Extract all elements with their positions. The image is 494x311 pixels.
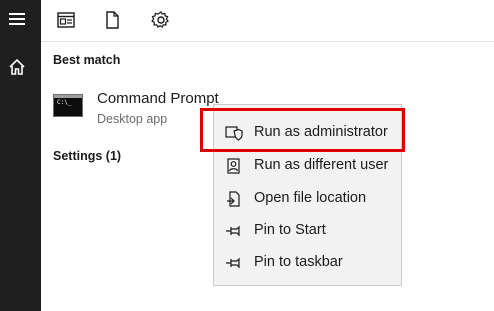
command-prompt-icon: C:\_	[53, 94, 83, 117]
pin-icon	[226, 257, 240, 269]
highlight-box	[200, 108, 405, 152]
gear-icon[interactable]	[151, 10, 171, 30]
menu-item-run-as-different-user[interactable]: Run as different user	[214, 150, 401, 182]
best-match-heading: Best match	[53, 53, 121, 67]
menu-item-label: Open file location	[254, 190, 367, 206]
hamburger-icon[interactable]	[9, 13, 25, 27]
apps-icon[interactable]	[56, 10, 76, 30]
result-subtitle: Desktop app	[97, 112, 168, 126]
file-location-icon	[227, 191, 240, 207]
user-icon	[227, 158, 240, 174]
settings-heading[interactable]: Settings (1)	[53, 149, 121, 163]
menu-item-open-file-location[interactable]: Open file location	[214, 183, 401, 215]
menu-item-label: Run as different user	[254, 157, 389, 173]
menu-item-pin-to-taskbar[interactable]: Pin to taskbar	[214, 247, 401, 279]
menu-item-pin-to-start[interactable]: Pin to Start	[214, 215, 401, 247]
menu-item-label: Pin to Start	[254, 222, 326, 238]
left-rail	[0, 0, 41, 311]
filter-toolbar	[41, 0, 494, 42]
document-icon[interactable]	[102, 10, 122, 30]
menu-item-label: Pin to taskbar	[254, 254, 343, 270]
result-title: Command Prompt	[97, 90, 219, 107]
search-window: Best match C:\_ Command Prompt Desktop a…	[0, 0, 494, 311]
pin-icon	[226, 225, 240, 237]
home-icon[interactable]	[8, 58, 26, 76]
